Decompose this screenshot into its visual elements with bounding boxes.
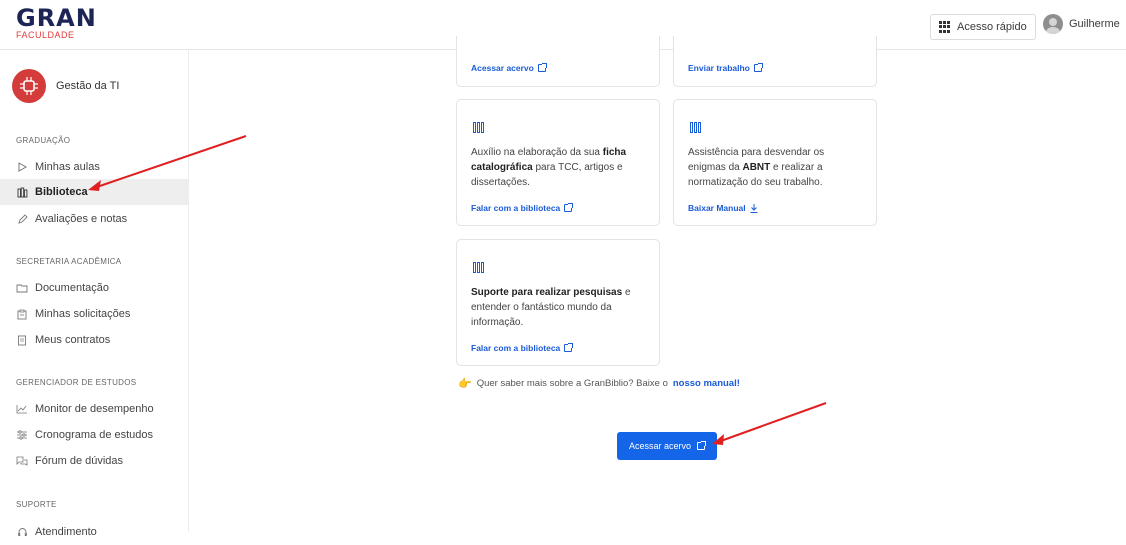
sidebar-item-monitor[interactable]: Monitor de desempenho — [0, 396, 189, 422]
card-ficha-catalografica: Auxílio na elaboração da sua ficha catal… — [456, 99, 660, 226]
card-description: Auxílio na elaboração da sua ficha catal… — [471, 147, 627, 188]
card-acervo: Acessar acervo — [456, 36, 660, 87]
external-link-icon — [564, 343, 574, 352]
section-title-secretaria: SECRETARIA ACADÊMICA — [16, 257, 122, 266]
button-label: Acessar acervo — [628, 441, 692, 451]
info-text: Quer saber mais sobre a GranBiblio? Baix… — [476, 378, 668, 389]
chart-line-icon — [16, 403, 28, 415]
external-link-icon — [564, 203, 574, 212]
card-abnt: Assistência para desvendar os enigmas da… — [673, 99, 877, 226]
sidebar-item-minhas-aulas[interactable]: Minhas aulas — [0, 154, 189, 180]
quick-access-label: Acesso rápido — [957, 21, 1027, 33]
sidebar-item-avaliacoes[interactable]: Avaliações e notas — [0, 206, 189, 232]
folder-icon — [16, 282, 28, 294]
link-label: Falar com a biblioteca — [471, 203, 561, 213]
link-label: Falar com a biblioteca — [471, 343, 561, 353]
link-label: Enviar trabalho — [688, 63, 750, 73]
manual-link[interactable]: nosso manual! — [673, 378, 740, 389]
headset-icon — [16, 526, 28, 538]
sidebar-item-forum[interactable]: Fórum de dúvidas — [0, 448, 189, 474]
sidebar-item-label: Minhas solicitações — [35, 308, 131, 320]
falar-biblioteca-link[interactable]: Falar com a biblioteca — [471, 203, 574, 213]
logo-main-text: GRAN — [16, 4, 97, 32]
pencil-icon — [16, 213, 28, 225]
card-description: Assistência para desvendar os enigmas da… — [688, 147, 825, 188]
sidebar-item-documentacao[interactable]: Documentação — [0, 275, 189, 301]
books-icon — [473, 259, 487, 273]
books-icon — [690, 119, 704, 133]
sidebar: Gestão da TI GRADUAÇÃO Minhas aulas Bibl… — [0, 51, 189, 538]
books-icon — [473, 119, 487, 133]
sidebar-item-label: Biblioteca — [35, 186, 88, 198]
course-name: Gestão da TI — [56, 80, 120, 92]
pointing-hand-icon: 👉 — [458, 378, 472, 390]
course-chip-icon — [12, 69, 46, 103]
sidebar-item-biblioteca[interactable]: Biblioteca — [0, 179, 189, 205]
granbiblio-info: 👉 Quer saber mais sobre a GranBiblio? Ba… — [458, 377, 740, 390]
quick-access-button[interactable]: Acesso rápido — [930, 14, 1036, 40]
section-title-graduacao: GRADUAÇÃO — [16, 136, 71, 145]
sidebar-item-cronograma[interactable]: Cronograma de estudos — [0, 422, 189, 448]
card-pesquisas: Suporte para realizar pesquisas e entend… — [456, 239, 660, 366]
sidebar-item-label: Fórum de dúvidas — [35, 455, 124, 467]
external-link-icon — [697, 441, 707, 450]
user-name: Guilherme — [1069, 18, 1120, 30]
play-icon — [16, 161, 28, 173]
acessar-acervo-link[interactable]: Acessar acervo — [471, 63, 547, 73]
section-title-gerenciador: GERENCIADOR DE ESTUDOS — [16, 378, 137, 387]
section-title-suporte: SUPORTE — [16, 500, 57, 509]
books-icon — [16, 186, 28, 198]
sidebar-item-label: Cronograma de estudos — [35, 429, 154, 441]
sidebar-item-label: Atendimento — [35, 526, 97, 538]
schedule-icon — [16, 429, 28, 441]
gran-logo[interactable]: GRAN FACULDADE — [16, 6, 97, 40]
course-header[interactable]: Gestão da TI — [12, 69, 119, 103]
acessar-acervo-button[interactable]: Acessar acervo — [617, 432, 717, 460]
enviar-trabalho-link[interactable]: Enviar trabalho — [688, 63, 763, 73]
link-label: Acessar acervo — [471, 63, 534, 73]
external-link-icon — [537, 63, 547, 72]
sidebar-item-label: Avaliações e notas — [35, 213, 128, 225]
sidebar-item-atendimento[interactable]: Atendimento — [0, 519, 189, 545]
card-description: Suporte para realizar pesquisas e entend… — [471, 287, 631, 328]
falar-biblioteca-link[interactable]: Falar com a biblioteca — [471, 343, 574, 353]
clipboard-icon — [16, 308, 28, 320]
sidebar-item-contratos[interactable]: Meus contratos — [0, 327, 189, 353]
grid-icon — [939, 21, 951, 33]
sidebar-item-label: Minhas aulas — [35, 161, 100, 173]
sidebar-item-label: Meus contratos — [35, 334, 111, 346]
user-menu[interactable]: Guilherme — [1043, 14, 1120, 34]
sidebar-item-solicitacoes[interactable]: Minhas solicitações — [0, 301, 189, 327]
avatar-icon — [1043, 14, 1063, 34]
sidebar-item-label: Monitor de desempenho — [35, 403, 154, 415]
arrow-to-button — [712, 402, 827, 445]
baixar-manual-link[interactable]: Baixar Manual — [688, 203, 758, 213]
card-enviar-trabalho: Enviar trabalho — [673, 36, 877, 87]
external-link-icon — [753, 63, 763, 72]
document-icon — [16, 334, 28, 346]
link-label: Baixar Manual — [688, 203, 746, 213]
chat-icon — [16, 455, 28, 467]
sidebar-item-label: Documentação — [35, 282, 109, 294]
download-icon — [750, 203, 758, 213]
